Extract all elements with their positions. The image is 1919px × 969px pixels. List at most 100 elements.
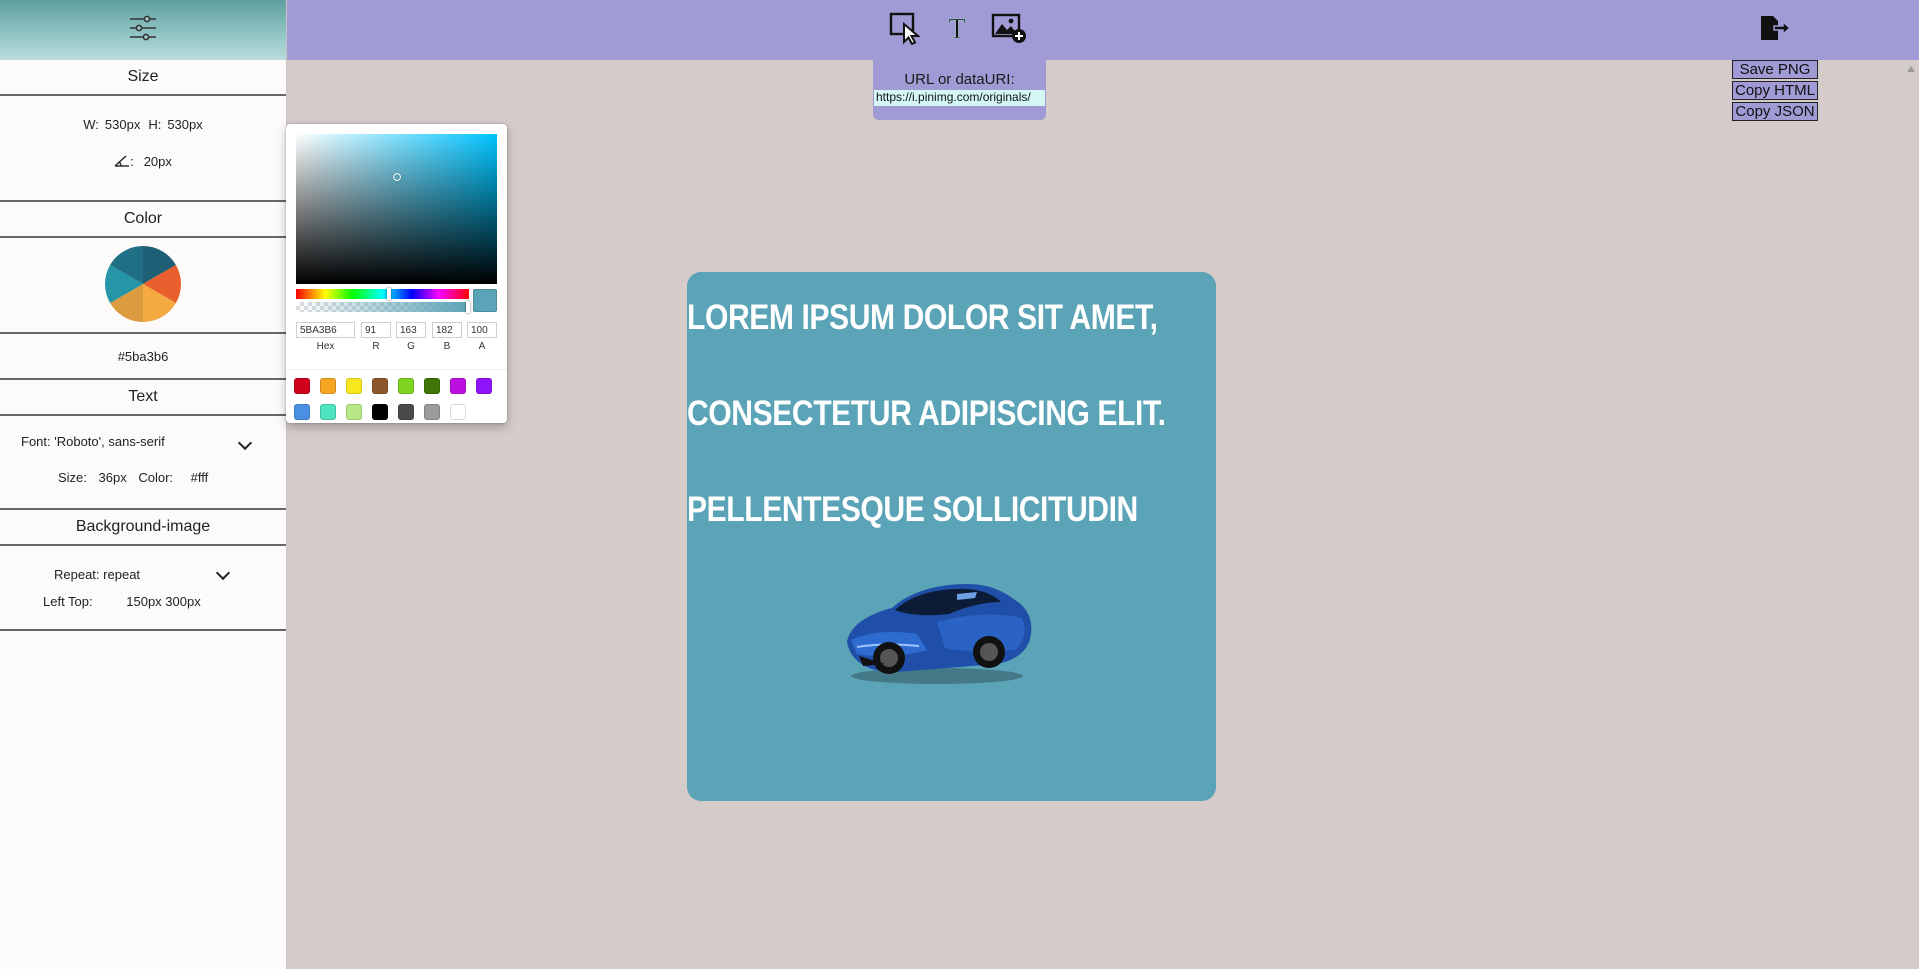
canvas-text-line[interactable]: CONSECTETUR ADIPISCING ELIT. xyxy=(687,394,1166,434)
hex-field-group: 5BA3B6 Hex xyxy=(296,322,355,352)
copy-json-button[interactable]: Copy JSON xyxy=(1732,102,1818,121)
preset-color-swatch[interactable] xyxy=(346,378,362,394)
alpha-slider-handle[interactable] xyxy=(466,301,470,313)
text-size-label: Size: xyxy=(58,470,87,485)
background-image-section-title: Background-image xyxy=(0,510,286,546)
green-caption: G xyxy=(407,341,415,352)
font-row: Font: 'Roboto', sans-serif xyxy=(21,434,165,449)
alpha-input[interactable]: 100 xyxy=(467,322,497,338)
repeat-row: Repeat: repeat xyxy=(54,567,140,582)
red-caption: R xyxy=(372,341,380,352)
text-size-color-row: Size: 36px Color: #fff xyxy=(58,470,208,485)
export-menu: Save PNG Copy HTML Copy JSON xyxy=(1732,60,1818,123)
page-scrollbar[interactable] xyxy=(1902,60,1919,969)
alpha-field-group: 100 A xyxy=(467,322,497,352)
add-text-tool-button[interactable]: T xyxy=(937,10,977,50)
left-top-row: Left Top: 150px 300px xyxy=(43,594,201,609)
preset-color-swatch[interactable] xyxy=(424,378,440,394)
select-tool-button[interactable] xyxy=(886,10,926,50)
blue-field-group: 182 B xyxy=(432,322,462,352)
preset-color-swatch[interactable] xyxy=(320,378,336,394)
height-label: H: xyxy=(148,117,162,132)
image-url-popup: URL or dataURI: https://i.pinimg.com/ori… xyxy=(873,60,1046,120)
alpha-slider[interactable] xyxy=(296,301,470,313)
green-input[interactable]: 163 xyxy=(396,322,426,338)
preset-color-swatch[interactable] xyxy=(424,404,440,420)
current-color-preview xyxy=(473,289,497,312)
color-hex-input[interactable]: #5ba3b6 xyxy=(118,349,169,364)
sidebar-header xyxy=(0,0,286,60)
design-canvas-card[interactable]: LOREM IPSUM DOLOR SIT AMET, CONSECTETUR … xyxy=(687,272,1216,801)
canvas-text-line[interactable]: PELLENTESQUE SOLLICITUDIN xyxy=(687,490,1138,530)
scroll-up-arrow-icon[interactable] xyxy=(1907,66,1915,72)
alpha-caption: A xyxy=(478,341,486,352)
add-image-icon xyxy=(991,12,1027,49)
text-section: Font: 'Roboto', sans-serif Size: 36px Co… xyxy=(0,416,286,510)
radius-input[interactable]: 20px xyxy=(144,154,172,169)
preset-color-swatch[interactable] xyxy=(346,404,362,420)
text-size-input[interactable]: 36px xyxy=(99,470,127,485)
preset-divider xyxy=(286,369,507,370)
hue-slider-handle[interactable] xyxy=(387,288,391,300)
width-label: W: xyxy=(83,117,99,132)
color-section xyxy=(0,238,286,334)
preset-color-swatch[interactable] xyxy=(372,378,388,394)
copy-html-button[interactable]: Copy HTML xyxy=(1732,81,1818,100)
preset-color-swatch[interactable] xyxy=(294,378,310,394)
preset-color-swatch[interactable] xyxy=(398,378,414,394)
select-cursor-icon xyxy=(889,11,923,50)
image-url-input[interactable]: https://i.pinimg.com/originals/ xyxy=(874,90,1045,106)
chevron-down-icon[interactable] xyxy=(215,565,231,581)
text-color-label: Color: xyxy=(138,470,174,485)
preset-color-swatch[interactable] xyxy=(476,378,492,394)
properties-sidebar: Size W: 530px H: 530px : 20px Color #5ba… xyxy=(0,0,287,969)
add-image-tool-button[interactable] xyxy=(989,10,1029,50)
preset-color-swatch[interactable] xyxy=(398,404,414,420)
size-section-title: Size xyxy=(0,60,286,96)
color-wheel-icon[interactable] xyxy=(105,245,181,325)
blue-caption: B xyxy=(443,341,451,352)
left-top-input[interactable]: 150px 300px xyxy=(126,594,200,609)
size-section: W: 530px H: 530px : 20px xyxy=(0,106,286,202)
export-button[interactable] xyxy=(1755,10,1795,50)
preset-color-swatch[interactable] xyxy=(450,378,466,394)
color-hex-row: #5ba3b6 xyxy=(0,334,286,380)
background-image-section: Repeat: repeat Left Top: 150px 300px xyxy=(0,546,286,631)
preset-color-swatch[interactable] xyxy=(372,404,388,420)
top-toolbar: T xyxy=(287,0,1919,60)
blue-input[interactable]: 182 xyxy=(432,322,462,338)
text-tool-icon: T xyxy=(944,13,970,47)
car-background-image xyxy=(837,572,1037,687)
font-label: Font: xyxy=(21,434,51,449)
font-select[interactable]: 'Roboto', sans-serif xyxy=(54,434,164,449)
color-picker-popover: 5BA3B6 Hex 91 R 163 G 182 B 100 A xyxy=(286,124,507,423)
export-icon xyxy=(1758,14,1792,47)
hex-input[interactable]: 5BA3B6 xyxy=(296,322,355,338)
hue-slider[interactable] xyxy=(296,288,469,300)
repeat-label: Repeat: xyxy=(54,567,100,582)
image-url-label: URL or dataURI: xyxy=(904,71,1015,88)
repeat-select[interactable]: repeat xyxy=(103,567,140,582)
green-field-group: 163 G xyxy=(396,322,426,352)
height-input[interactable]: 530px xyxy=(167,117,202,132)
text-color-input[interactable]: #fff xyxy=(191,470,209,485)
width-input[interactable]: 530px xyxy=(105,117,140,132)
canvas-text-line[interactable]: LOREM IPSUM DOLOR SIT AMET, xyxy=(687,298,1158,338)
preset-color-swatch[interactable] xyxy=(294,404,310,420)
chevron-down-icon[interactable] xyxy=(237,435,253,451)
red-input[interactable]: 91 xyxy=(361,322,391,338)
corner-radius-icon xyxy=(114,154,130,170)
settings-sliders-icon[interactable] xyxy=(129,15,157,46)
preset-color-swatch[interactable] xyxy=(450,404,466,420)
text-section-title: Text xyxy=(0,380,286,416)
red-field-group: 91 R xyxy=(361,322,391,352)
save-png-button[interactable]: Save PNG xyxy=(1732,60,1818,79)
saturation-value-cursor[interactable] xyxy=(393,173,401,181)
saturation-value-area[interactable] xyxy=(296,134,497,284)
radius-label: : xyxy=(130,154,134,169)
preset-color-swatch[interactable] xyxy=(320,404,336,420)
left-top-label: Left Top: xyxy=(43,594,93,609)
hex-caption: Hex xyxy=(316,341,335,352)
svg-text:T: T xyxy=(948,14,965,42)
color-section-title: Color xyxy=(0,202,286,238)
